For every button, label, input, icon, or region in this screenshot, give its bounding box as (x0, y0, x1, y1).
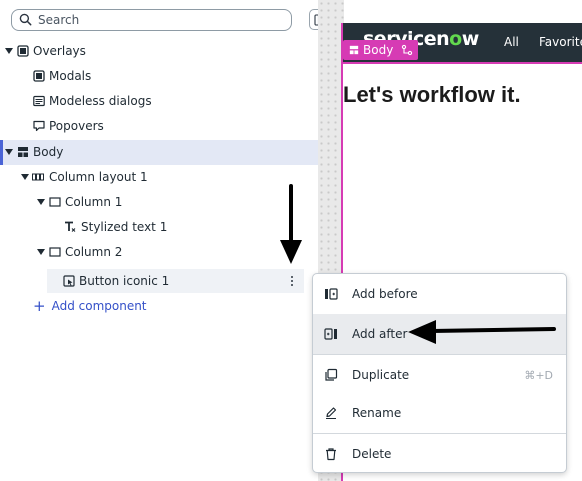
tree-item-button-iconic[interactable]: Button iconic 1 (47, 270, 304, 292)
menu-item-delete[interactable]: Delete (313, 434, 566, 472)
caret-down-icon[interactable] (37, 249, 45, 255)
insert-after-icon (324, 327, 338, 341)
tree-item-modals[interactable]: Modals (0, 65, 300, 87)
menu-item-duplicate[interactable]: Duplicate ⌘+D (313, 355, 566, 395)
insert-before-icon (324, 287, 338, 301)
hierarchy-icon (401, 44, 413, 56)
tree-item-label: Column 1 (65, 195, 123, 209)
duplicate-icon (324, 368, 338, 382)
caret-down-icon[interactable] (21, 174, 29, 180)
preview-headline: Let's workflow it. (343, 82, 521, 107)
body-layout-icon (349, 45, 359, 55)
menu-item-add-before[interactable]: Add before (313, 274, 566, 314)
menu-item-label: Add before (352, 287, 418, 301)
add-component-link[interactable]: + Add component (33, 296, 147, 316)
keyboard-shortcut: ⌘+D (524, 368, 553, 382)
tree-item-label: Modals (49, 69, 92, 83)
tree-item-label: Column layout 1 (49, 170, 148, 184)
selection-border (343, 62, 582, 64)
text-style-icon (64, 221, 76, 233)
tree-item-column-2[interactable]: Column 2 (0, 241, 300, 263)
context-menu: Add before Add after Duplicate ⌘+D Renam… (312, 273, 567, 473)
tree-item-label: Popovers (49, 119, 104, 133)
nav-all-menu[interactable]: All (504, 35, 519, 49)
component-tree-panel: Overlays Modals Modeless dialogs Popover… (0, 0, 318, 481)
plus-icon: + (33, 296, 46, 315)
caret-down-icon[interactable] (37, 199, 45, 205)
tree-item-label: Body (33, 145, 64, 159)
menu-item-rename[interactable]: Rename (313, 393, 566, 433)
modeless-dialog-icon (33, 95, 45, 107)
caret-down-icon[interactable] (5, 149, 13, 155)
column-layout-icon (32, 171, 44, 183)
body-layout-icon (17, 146, 29, 158)
column-icon (49, 196, 61, 208)
tree-item-label: Overlays (33, 44, 86, 58)
search-box[interactable] (11, 9, 292, 31)
selected-component-tag[interactable]: Body (343, 40, 400, 60)
menu-item-label: Delete (352, 447, 392, 461)
add-component-label: Add component (51, 299, 147, 313)
tree-item-label: Button iconic 1 (79, 274, 170, 288)
tree-item-popovers[interactable]: Popovers (0, 115, 300, 137)
column-icon (49, 246, 61, 258)
popover-icon (33, 120, 45, 132)
tree-item-overlays[interactable]: Overlays (0, 40, 300, 62)
tree-item-label: Column 2 (65, 245, 123, 259)
select-parent-button[interactable] (396, 40, 418, 60)
tree-item-column-1[interactable]: Column 1 (0, 191, 300, 213)
tree-item-column-layout[interactable]: Column layout 1 (0, 166, 300, 188)
menu-item-label: Duplicate (352, 368, 410, 382)
menu-item-add-after[interactable]: Add after (313, 314, 566, 354)
tree-item-body[interactable]: Body (0, 141, 318, 163)
search-icon (19, 11, 32, 30)
overlay-icon (17, 45, 29, 57)
more-options-button[interactable] (286, 273, 298, 289)
edit-pencil-icon (324, 406, 338, 420)
button-iconic-icon (63, 275, 75, 287)
trash-icon (324, 447, 338, 461)
tree-item-modeless-dialogs[interactable]: Modeless dialogs (0, 90, 300, 112)
caret-down-icon[interactable] (5, 48, 13, 54)
modal-icon (33, 70, 45, 82)
tag-label: Body (363, 43, 394, 57)
search-input[interactable] (38, 13, 278, 27)
menu-item-label: Rename (352, 406, 402, 420)
tree-item-label: Stylized text 1 (81, 220, 168, 234)
menu-item-label: Add after (352, 327, 408, 341)
tree-item-label: Modeless dialogs (49, 94, 152, 108)
nav-favorites-menu[interactable]: Favorite (539, 35, 582, 49)
tree-item-stylized-text[interactable]: Stylized text 1 (0, 216, 300, 238)
